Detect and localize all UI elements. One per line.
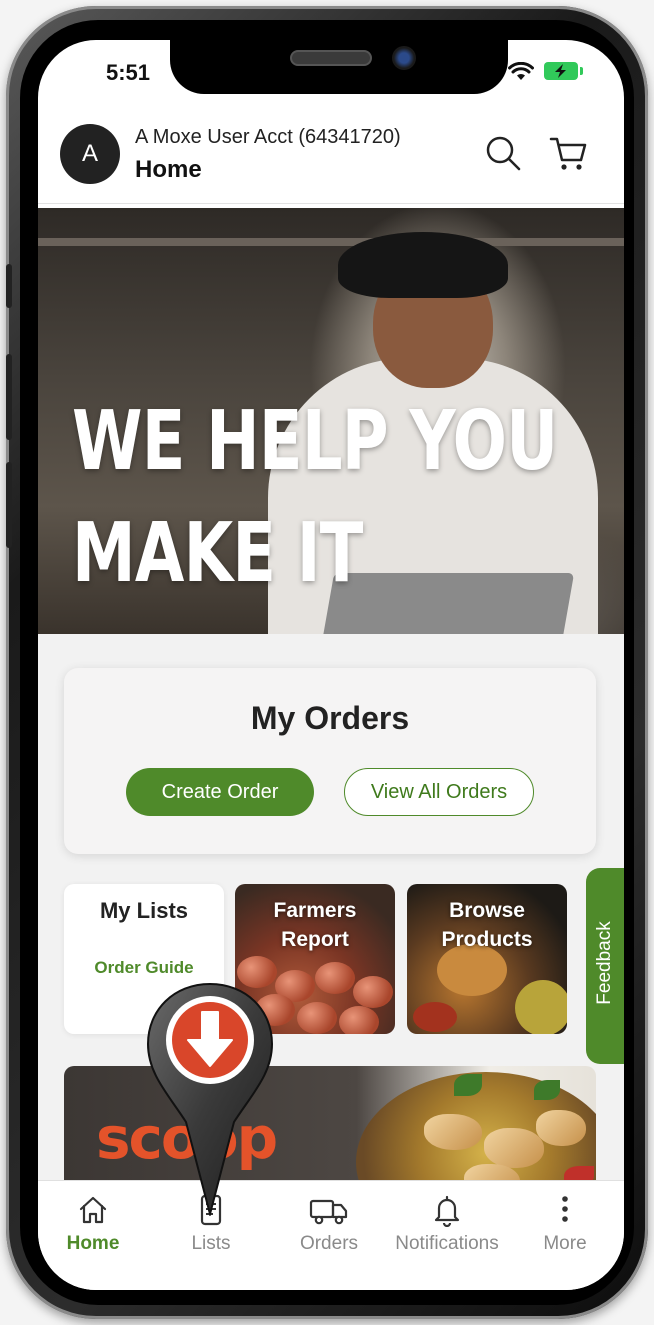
tab-notifications[interactable]: Notifications: [388, 1193, 506, 1255]
speaker: [290, 50, 372, 66]
browse-products-title: Browse Products: [407, 896, 567, 954]
home-icon: [79, 1196, 107, 1224]
tab-more-label: More: [543, 1233, 587, 1254]
order-guide-link[interactable]: Order Guide: [64, 958, 224, 978]
hero-banner[interactable]: WE HELP YOU MAKE IT: [38, 208, 624, 634]
tab-lists-label: Lists: [191, 1233, 231, 1254]
account-name: A Moxe User Acct (64341720): [135, 126, 401, 148]
kitchen-shelf: [38, 238, 624, 246]
bottom-tab-bar: Home Lists Orders Notifications More: [38, 1180, 624, 1290]
bell-icon: [434, 1195, 460, 1227]
tab-orders[interactable]: Orders: [270, 1193, 388, 1255]
leaf-image: [454, 1074, 482, 1096]
page-title: Home: [135, 156, 202, 183]
hero-headline: WE HELP YOU MAKE IT: [72, 386, 558, 610]
more-icon: [562, 1196, 568, 1222]
farmers-report-title-line-2: Report: [281, 928, 349, 951]
tab-home[interactable]: Home: [38, 1193, 152, 1255]
tab-more[interactable]: More: [506, 1193, 624, 1255]
farmers-report-title: Farmers Report: [235, 896, 395, 954]
app-header: A A Moxe User Acct (64341720) Home: [38, 104, 624, 204]
tab-orders-label: Orders: [299, 1233, 359, 1254]
wifi-icon: [508, 62, 534, 80]
feedback-label: Feedback: [594, 921, 615, 1005]
home-content: My Orders Create Order View All Orders M…: [38, 634, 624, 1206]
hero-line-1: WE HELP YOU: [72, 394, 558, 489]
avatar[interactable]: A: [60, 124, 120, 184]
browse-products-title-line-1: Browse: [449, 899, 525, 922]
food-image: [424, 1114, 482, 1150]
view-all-orders-button[interactable]: View All Orders: [344, 768, 534, 816]
battery-icon: [544, 62, 583, 80]
chef-cap: [338, 232, 508, 298]
status-bar: 5:51: [38, 40, 624, 102]
produce-image: [353, 976, 393, 1008]
front-camera: [392, 46, 416, 70]
hero-line-2: MAKE IT: [72, 506, 363, 601]
notch: [170, 40, 508, 94]
search-icon[interactable]: [484, 134, 522, 172]
tab-notifications-label: Notifications: [395, 1233, 499, 1254]
produce-image: [297, 1002, 337, 1034]
app-screen: 5:51 A A Moxe User Acct (64341720) Home: [38, 40, 624, 1290]
my-orders-card: My Orders Create Order View All Orders: [64, 668, 596, 854]
produce-image: [315, 962, 355, 994]
browse-products-title-line-2: Products: [441, 928, 533, 951]
status-time: 5:51: [106, 60, 151, 85]
my-orders-title: My Orders: [250, 700, 410, 736]
create-order-button[interactable]: Create Order: [126, 768, 314, 816]
food-image: [484, 1128, 544, 1168]
my-lists-title: My Lists: [99, 898, 189, 923]
farmers-report-title-line-1: Farmers: [273, 899, 357, 922]
tab-home-label: Home: [66, 1233, 120, 1254]
feedback-tab[interactable]: Feedback: [586, 868, 624, 1064]
volume-down-button: [6, 462, 12, 548]
cart-icon[interactable]: [548, 134, 588, 172]
food-image: [515, 980, 567, 1034]
produce-image: [339, 1006, 379, 1034]
food-image: [536, 1110, 586, 1146]
volume-up-button: [6, 354, 12, 440]
leaf-image: [534, 1080, 560, 1100]
food-image: [413, 1002, 457, 1032]
truck-icon: [309, 1199, 348, 1225]
browse-products-tile[interactable]: Browse Products: [407, 884, 567, 1034]
mute-switch: [6, 264, 12, 308]
map-pin-icon: [146, 982, 274, 1216]
